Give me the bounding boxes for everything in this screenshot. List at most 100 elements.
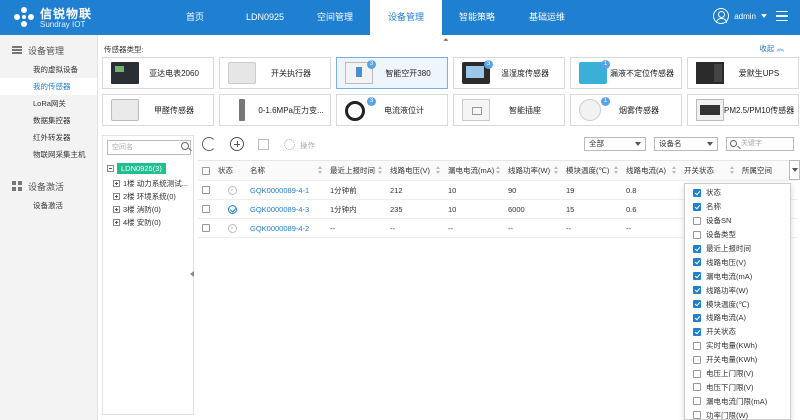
column-option[interactable]: 模块温度(℃) [685,297,790,311]
col-status[interactable]: 状态 [214,161,246,180]
field-filter-select[interactable]: 设备名 [654,137,718,151]
sensor-card-ups[interactable]: 爱默生UPS [687,57,799,89]
column-option[interactable]: 最近上报时间 [685,242,790,256]
add-icon[interactable] [230,137,244,151]
expand-icon[interactable] [113,193,120,200]
checkbox[interactable] [693,383,701,392]
tree-node-floor-4[interactable]: 4楼 安防(0) [113,217,161,228]
gear-icon[interactable] [284,139,295,150]
col-leak-current[interactable]: 漏电电流(mA) [444,161,504,180]
fold-button[interactable]: 收起 ︽ [759,43,784,54]
checkbox[interactable] [693,202,701,211]
sidebar-item-iot-host[interactable]: 物联网采集主机 [0,146,97,163]
nav-smart-strategy[interactable]: 智能策略 [442,0,512,35]
checkbox[interactable] [693,188,701,197]
sensor-card-switch-actuator[interactable]: 开关执行器 [219,57,331,89]
checkbox[interactable] [693,341,701,350]
sensor-card-level-meter[interactable]: 3 电流液位计 [336,94,448,126]
device-name-link[interactable]: GQK0000089-4-3 [246,200,326,218]
device-name-link[interactable]: GQK0000089-4-1 [246,181,326,199]
column-option[interactable]: 功率门限(W) [685,408,790,420]
column-option[interactable]: 设备类型 [685,228,790,242]
column-option[interactable]: 线路电压(V) [685,255,790,269]
sensor-card-meter[interactable]: 亚达电表2060 [102,57,214,89]
sensor-card-formaldehyde[interactable]: 甲醛传感器 [102,94,214,126]
tree-node-floor-3[interactable]: 3楼 消防(0) [113,204,161,215]
space-search-input[interactable]: 空间名 [107,140,191,155]
nav-basic-ops[interactable]: 基础运维 [512,0,582,35]
select-all-checkbox[interactable] [198,161,214,180]
nav-home[interactable]: 首页 [160,0,230,35]
user-menu[interactable]: admin [713,8,788,24]
tree-node-floor-1[interactable]: 1楼 动力系统测试... [113,178,188,189]
sensor-card-pressure[interactable]: 0-1.6MPa压力变... [219,94,331,126]
col-voltage[interactable]: 线路电压(V) [386,161,444,180]
checkbox[interactable] [693,327,701,336]
column-option[interactable]: 状态 [685,186,790,200]
nav-ldn0925[interactable]: LDN0925 [230,0,300,35]
checkbox[interactable] [693,313,701,322]
sensor-card-thermo-hygro[interactable]: 3 温湿度传感器 [453,57,565,89]
edit-icon[interactable] [258,139,269,150]
tree-node-floor-2[interactable]: 2楼 环境系统(0) [113,191,176,202]
sidebar-item-device-activation[interactable]: 设备激活 [0,197,97,214]
row-checkbox[interactable] [198,219,214,237]
checkbox[interactable] [693,258,701,267]
keyword-search-input[interactable]: 关键字 [726,137,794,151]
checkbox[interactable] [693,300,701,309]
sidebar-item-virtual-devices[interactable]: 我的虚拟设备 [0,61,97,78]
sensor-card-pm[interactable]: PM2.5/PM10传感器 [687,94,799,126]
checkbox[interactable] [693,272,701,281]
tree-root-node[interactable]: LDN0925(3) [107,163,166,174]
device-name-link[interactable]: GQK0000089-4-2 [246,219,326,237]
column-option[interactable]: 线路功率(W) [685,283,790,297]
collapse-up-icon[interactable]: ⏶ [443,37,449,45]
column-option[interactable]: 电压上门限(V) [685,367,790,381]
sensor-card-smoke[interactable]: 1 烟雾传感器 [570,94,682,126]
expand-icon[interactable] [113,219,120,226]
column-option[interactable]: 漏电电流门限(mA) [685,394,790,408]
column-option[interactable]: 开关电量(KWh) [685,353,790,367]
checkbox[interactable] [693,397,701,406]
checkbox[interactable] [693,230,701,239]
hamburger-menu-icon[interactable] [776,11,788,21]
column-option[interactable]: 开关状态 [685,325,790,339]
refresh-icon[interactable] [202,137,216,151]
sensor-card-smart-breaker[interactable]: 3 智能空开380 [336,57,448,89]
operation-button[interactable]: 操作 [300,140,315,151]
column-option[interactable]: 名称 [685,200,790,214]
panel-collapse-handle[interactable] [190,271,194,277]
column-option[interactable]: 实时电量(KWh) [685,339,790,353]
checkbox[interactable] [693,216,701,225]
col-switch-state[interactable]: 开关状态 [680,161,738,180]
sensor-card-leak[interactable]: 1 漏液不定位传感器 [570,57,682,89]
col-name[interactable]: 名称 [246,161,326,180]
expand-icon[interactable] [113,206,120,213]
sidebar-item-ir-transmitter[interactable]: 红外转发器 [0,129,97,146]
column-option[interactable]: 漏电电流(mA) [685,269,790,283]
row-checkbox[interactable] [198,200,214,218]
row-checkbox[interactable] [198,181,214,199]
collapse-icon[interactable] [107,165,114,172]
search-icon[interactable] [181,142,189,150]
checkbox[interactable] [693,286,701,295]
column-option[interactable]: 电压下门限(V) [685,380,790,394]
checkbox[interactable] [693,411,701,420]
sidebar-item-data-controller[interactable]: 数据集控器 [0,112,97,129]
checkbox[interactable] [693,244,701,253]
sidebar-item-my-sensors[interactable]: 我的传感器 [0,78,97,95]
col-last-report[interactable]: 最近上报时间 [326,161,386,180]
col-current[interactable]: 线路电流(A) [622,161,680,180]
column-option[interactable]: 设备SN [685,214,790,228]
expand-icon[interactable] [113,180,120,187]
nav-space-management[interactable]: 空间管理 [300,0,370,35]
column-option[interactable]: 线路电流(A) [685,311,790,325]
col-module-temp[interactable]: 模块温度(℃) [562,161,622,180]
sensor-card-socket[interactable]: 智能插座 [453,94,565,126]
column-settings-toggle[interactable] [789,160,800,180]
nav-device-management[interactable]: 设备管理 [370,0,442,35]
status-filter-select[interactable]: 全部 [584,137,646,151]
checkbox[interactable] [693,355,701,364]
col-power[interactable]: 线路功率(W) [504,161,562,180]
sidebar-item-lora-gateway[interactable]: LoRa网关 [0,95,97,112]
